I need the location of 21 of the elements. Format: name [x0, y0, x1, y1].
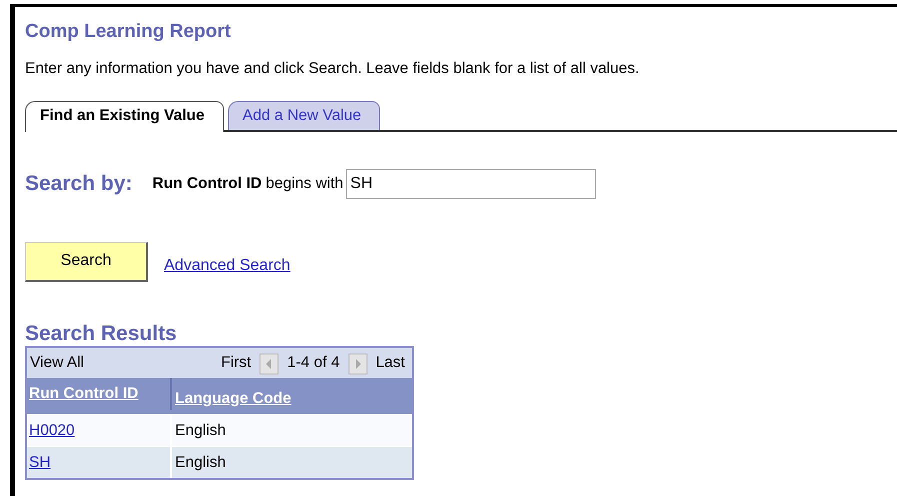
- search-field[interactable]: SH: [346, 169, 596, 199]
- search-by-label: Search by:: [25, 171, 132, 198]
- instructions-text: Enter any information you have and click Search. Leave fields blank for a list of all values.: [25, 59, 640, 79]
- table-cell-text: English: [174, 452, 226, 473]
- tab[interactable]: Add a New Value: [228, 101, 380, 130]
- field-label: Run Control ID: [152, 174, 262, 194]
- view-all-link[interactable]: View All: [30, 351, 84, 374]
- range-text: 1-4 of 4: [287, 353, 340, 374]
- tab[interactable]: Find an Existing Value: [25, 101, 224, 132]
- run-control-link[interactable]: H0020: [29, 418, 75, 442]
- results-heading: Search Results: [25, 322, 178, 346]
- previous-icon[interactable]: [259, 352, 280, 374]
- advanced-search-link[interactable]: Advanced Search: [164, 254, 290, 278]
- run-control-link[interactable]: SH: [29, 450, 51, 474]
- table-cell-text: English: [174, 420, 226, 441]
- last-link[interactable]: Last: [376, 351, 405, 374]
- search-button[interactable]: Search: [25, 242, 148, 282]
- page-title: Comp Learning Report: [25, 21, 232, 43]
- operator-text: begins with: [266, 174, 344, 194]
- next-icon[interactable]: [348, 352, 368, 374]
- first-link[interactable]: First: [220, 351, 252, 374]
